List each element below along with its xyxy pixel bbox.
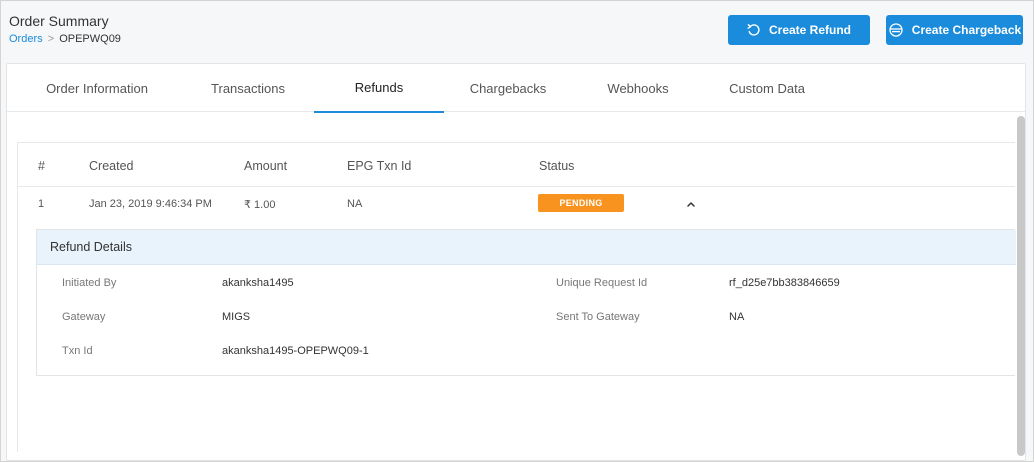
create-chargeback-label: Create Chargeback: [911, 23, 1022, 37]
page-title: Order Summary: [9, 13, 109, 29]
refund-details-panel: Refund Details Initiated By akanksha1495…: [36, 229, 1016, 376]
txn-id-value: akanksha1495-OPEPWQ09-1: [222, 345, 369, 357]
txn-id-label: Txn Id: [62, 345, 93, 357]
sent-to-gateway-label: Sent To Gateway: [556, 311, 640, 323]
order-detail-card: Order Information Transactions Refunds C…: [6, 63, 1026, 461]
refund-details-header: Refund Details: [37, 230, 1016, 265]
header-divider: [18, 186, 1015, 187]
sent-to-gateway-value: NA: [729, 311, 745, 323]
create-refund-label: Create Refund: [768, 23, 851, 37]
chevron-up-icon[interactable]: [686, 195, 696, 213]
column-header-epg-txn-id: EPG Txn Id: [347, 159, 412, 173]
tab-chargebacks[interactable]: Chargebacks: [445, 64, 571, 112]
column-header-created: Created: [89, 159, 134, 173]
row-epg-txn-id: NA: [347, 198, 363, 210]
tab-bar: Order Information Transactions Refunds C…: [7, 64, 1025, 113]
rotate-ccw-icon: [747, 23, 761, 37]
breadcrumb: Orders > OPEPWQ09: [9, 33, 121, 45]
row-created: Jan 23, 2019 9:46:34 PM: [89, 198, 212, 210]
tab-webhooks[interactable]: Webhooks: [577, 64, 699, 112]
gateway-value: MIGS: [222, 311, 251, 323]
tab-refunds[interactable]: Refunds: [314, 64, 444, 113]
create-chargeback-button[interactable]: Create Chargeback: [886, 15, 1023, 45]
unique-request-id-value: rf_d25e7bb383846659: [729, 277, 840, 289]
card-icon: [888, 23, 904, 37]
create-refund-button[interactable]: Create Refund: [728, 15, 870, 45]
row-amount: ₹ 1.00: [244, 199, 276, 211]
tab-order-information[interactable]: Order Information: [17, 64, 177, 112]
initiated-by-value: akanksha1495: [222, 277, 294, 289]
refunds-table: # Created Amount EPG Txn Id Status 1 Jan…: [17, 142, 1016, 452]
breadcrumb-current: OPEPWQ09: [59, 33, 121, 45]
page-header: Order Summary Orders > OPEPWQ09 Create R…: [1, 1, 1033, 61]
column-header-index: #: [38, 159, 45, 173]
column-header-amount: Amount: [244, 159, 288, 173]
column-header-status: Status: [539, 159, 575, 173]
unique-request-id-label: Unique Request Id: [556, 277, 648, 289]
breadcrumb-separator: >: [47, 33, 55, 45]
vertical-scrollbar[interactable]: [1017, 116, 1025, 456]
tab-custom-data[interactable]: Custom Data: [707, 64, 827, 112]
order-summary-page: Order Summary Orders > OPEPWQ09 Create R…: [0, 0, 1034, 462]
tab-transactions[interactable]: Transactions: [187, 64, 309, 112]
refund-details-title: Refund Details: [50, 240, 132, 254]
status-badge: PENDING: [538, 194, 624, 212]
breadcrumb-orders-link[interactable]: Orders: [9, 33, 43, 45]
initiated-by-label: Initiated By: [62, 277, 117, 289]
row-index: 1: [38, 198, 45, 210]
gateway-label: Gateway: [62, 311, 106, 323]
